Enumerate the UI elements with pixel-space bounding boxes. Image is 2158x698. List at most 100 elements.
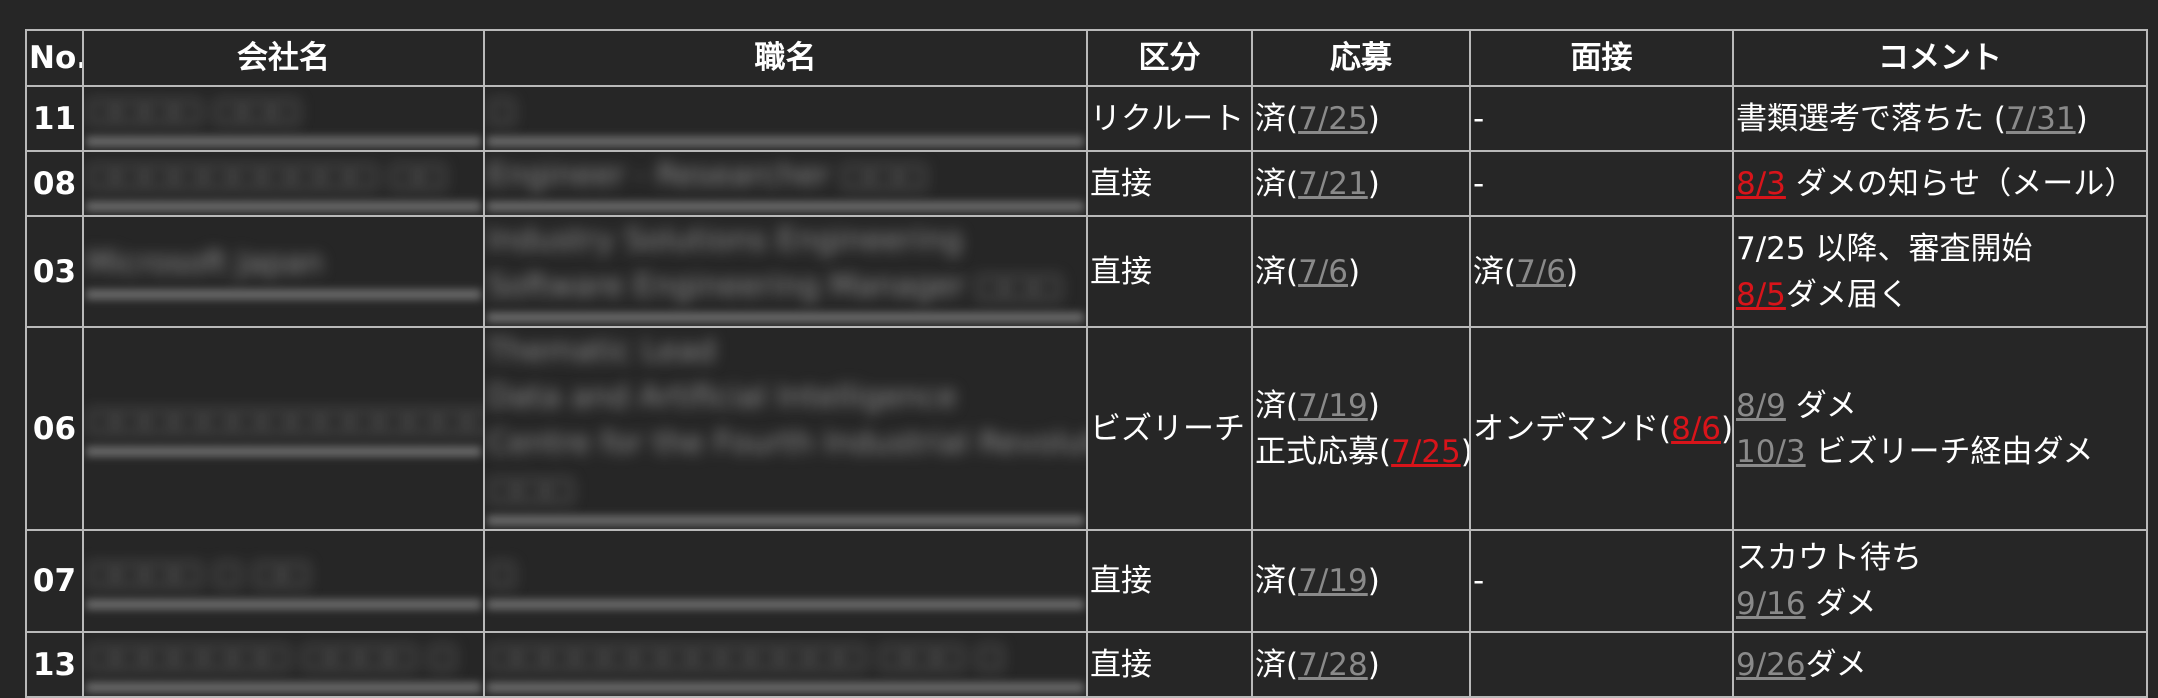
job-cell-redacted: Engineer - Researcher □□□ bbox=[483, 150, 1088, 217]
table-row: 08 □□□□□□□□□□ □□ Engineer - Researcher □□□… bbox=[25, 150, 2148, 217]
apply-text: ) bbox=[1367, 563, 1380, 599]
company-cell-redacted: □□□□ □ □□ bbox=[82, 529, 485, 633]
row-number: 07 bbox=[25, 529, 84, 633]
comment-cell: 8/9 ダメ 10/3 ビズリーチ経由ダメ bbox=[1732, 326, 2148, 531]
apply-cell: 済(7/21) bbox=[1251, 150, 1471, 217]
comment-line: 8/9 ダメ bbox=[1736, 383, 2144, 429]
apply-date-link[interactable]: 7/6 bbox=[1298, 254, 1348, 290]
comment-text: スカウト待ち bbox=[1736, 540, 1922, 576]
job-title-blurred: Data and Artificial Intelligence bbox=[487, 379, 957, 415]
comment-line: 8/5ダメ届く bbox=[1736, 272, 2144, 318]
comment-cell: スカウト待ち 9/16 ダメ bbox=[1732, 529, 2148, 633]
interview-text: 済( bbox=[1473, 253, 1517, 290]
job-title-blurred: Centre for the Fourth Industrial Revolut… bbox=[487, 425, 1087, 461]
comment-date-link[interactable]: 7/31 bbox=[2006, 101, 2076, 137]
interview-date-link[interactable]: 8/6 bbox=[1671, 411, 1721, 447]
category-cell: 直接 bbox=[1086, 150, 1253, 217]
comment-cell: 9/26ダメ bbox=[1732, 631, 2148, 698]
apply-line: 済(7/19) bbox=[1255, 383, 1467, 429]
apply-cell: 済(7/25) bbox=[1251, 85, 1471, 152]
header-interview: 面接 bbox=[1469, 29, 1734, 87]
apply-text: ) bbox=[1367, 387, 1380, 424]
redaction-bar bbox=[487, 515, 1084, 526]
comment-date-link[interactable]: 9/26 bbox=[1736, 647, 1806, 683]
redaction-bar bbox=[86, 598, 481, 610]
category-cell: 直接 bbox=[1086, 529, 1253, 633]
interview-line: オンデマンド(8/6) bbox=[1473, 406, 1733, 452]
job-title-blurred: Thematic Lead bbox=[487, 333, 716, 369]
comment-text: ビズリーチ経由ダメ bbox=[1805, 433, 2094, 470]
redaction-bar bbox=[86, 446, 481, 457]
job-title-blurred: Engineer - Researcher □□□ bbox=[487, 157, 928, 193]
company-cell-redacted: Microsoft Japan bbox=[82, 215, 485, 328]
apply-line: 済(7/28) bbox=[1255, 642, 1467, 688]
header-row: No. 会社名 職名 区分 応募 面接 コメント bbox=[25, 29, 2148, 87]
row-number: 11 bbox=[25, 85, 84, 152]
apply-text: ) bbox=[1367, 100, 1380, 137]
comment-line: 書類選考で落ちた (7/31) bbox=[1736, 96, 2144, 142]
header-job: 職名 bbox=[483, 29, 1088, 87]
comment-date-link[interactable]: 9/16 bbox=[1736, 586, 1806, 622]
job-title-blurred: □ bbox=[487, 554, 517, 591]
apply-date-link[interactable]: 7/19 bbox=[1298, 388, 1368, 424]
apply-text: 済( bbox=[1255, 387, 1299, 424]
apply-line: 済(7/6) bbox=[1255, 249, 1467, 295]
table-row: 11 □□□□ □□□ □ リクルート 済(7/25) - 書類選考で落ちた (7/31) bbox=[25, 85, 2148, 152]
comment-date-link[interactable]: 8/3 bbox=[1736, 166, 1786, 202]
interview-text: ) bbox=[1720, 410, 1733, 447]
interview-text: - bbox=[1473, 165, 1485, 202]
header-comment: コメント bbox=[1732, 29, 2148, 87]
comment-date-link[interactable]: 8/9 bbox=[1736, 388, 1786, 424]
interview-cell: - bbox=[1469, 150, 1734, 217]
apply-cell: 済(7/6) bbox=[1251, 215, 1471, 328]
header-no: No. bbox=[25, 29, 84, 87]
apply-text: ) bbox=[1461, 434, 1468, 470]
category-cell: 直接 bbox=[1086, 215, 1253, 328]
apply-date-link[interactable]: 7/25 bbox=[1391, 434, 1461, 470]
job-cell-redacted: Industry Solutions Engineering Software E… bbox=[483, 215, 1088, 328]
interview-cell: 済(7/6) bbox=[1469, 215, 1734, 328]
apply-line: 済(7/25) bbox=[1255, 96, 1467, 142]
apply-text: 済( bbox=[1255, 253, 1299, 290]
comment-cell: 8/3 ダメの知らせ（メール） bbox=[1732, 150, 2148, 217]
job-cell-redacted: □ bbox=[483, 85, 1088, 152]
company-name-blurred: □□□□ □ □□ bbox=[86, 554, 311, 591]
comment-date-link[interactable]: 8/5 bbox=[1736, 277, 1786, 313]
apply-date-link[interactable]: 7/21 bbox=[1298, 166, 1368, 202]
comment-cell: 書類選考で落ちた (7/31) bbox=[1732, 85, 2148, 152]
interview-line: 済(7/6) bbox=[1473, 249, 1730, 295]
redaction-bar bbox=[487, 682, 1084, 693]
comment-text: ダメ bbox=[1805, 586, 1877, 622]
apply-line: 済(7/19) bbox=[1255, 558, 1467, 604]
row-number: 06 bbox=[25, 326, 84, 531]
redaction-bar bbox=[86, 136, 481, 147]
company-cell-redacted: □□□□□□□ □□□□ □ bbox=[82, 631, 485, 698]
redaction-bar bbox=[86, 289, 481, 300]
header-category: 区分 bbox=[1086, 29, 1253, 87]
company-name-blurred: □□□□□□□□□□□□□□ □□□□□□ bbox=[86, 402, 484, 438]
comment-text: 書類選考で落ちた ( bbox=[1736, 100, 2006, 137]
company-cell-redacted: □□□□□□□□□□□□□□ □□□□□□ bbox=[82, 326, 485, 531]
interview-line: - bbox=[1473, 558, 1730, 604]
redaction-bar bbox=[86, 201, 481, 212]
redaction-bar bbox=[487, 201, 1084, 212]
company-name-blurred: □□□□□□□ □□□□ □ bbox=[86, 638, 458, 674]
apply-date-link[interactable]: 7/25 bbox=[1298, 101, 1368, 137]
redaction-bar bbox=[487, 136, 1084, 147]
comment-text: ) bbox=[2075, 100, 2088, 137]
interview-cell: - bbox=[1469, 529, 1734, 633]
apply-date-link[interactable]: 7/28 bbox=[1298, 647, 1368, 683]
apply-date-link[interactable]: 7/19 bbox=[1298, 563, 1368, 599]
interview-date-link[interactable]: 7/6 bbox=[1516, 254, 1566, 290]
apply-cell: 済(7/28) bbox=[1251, 631, 1471, 698]
interview-cell bbox=[1469, 631, 1734, 698]
interview-text: ) bbox=[1566, 253, 1579, 290]
comment-text: ダメ bbox=[1785, 387, 1857, 424]
interview-text: - bbox=[1473, 100, 1485, 137]
row-number: 08 bbox=[25, 150, 84, 217]
comment-text: 7/25 以降、審査開始 bbox=[1736, 230, 2033, 267]
company-cell-redacted: □□□□ □□□ bbox=[82, 85, 485, 152]
comment-date-link[interactable]: 10/3 bbox=[1736, 434, 1806, 470]
interview-line: - bbox=[1473, 161, 1730, 207]
apply-text: 済( bbox=[1255, 100, 1299, 137]
